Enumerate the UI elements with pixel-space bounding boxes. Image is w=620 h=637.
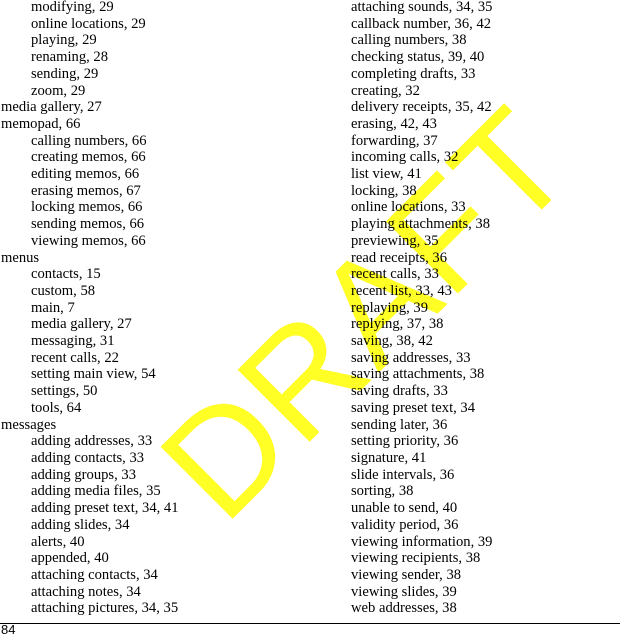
index-subentry: editing memos, 66 — [31, 166, 140, 183]
index-subentry: attaching contacts, 34 — [31, 566, 158, 583]
footer-divider — [0, 623, 620, 624]
index-subentry: erasing, 42, 43 — [351, 115, 437, 132]
index-subentry: main, 7 — [31, 299, 75, 316]
index-subentry: replying, 37, 38 — [351, 316, 444, 333]
index-subentry: sending later, 36 — [351, 416, 448, 433]
index-subentry: web addresses, 38 — [351, 600, 457, 617]
index-subentry: callback number, 36, 42 — [351, 15, 492, 32]
index-subentry: viewing sender, 38 — [351, 566, 462, 583]
index-subentry: attaching notes, 34 — [31, 583, 141, 600]
index-subentry: sorting, 38 — [351, 483, 414, 500]
index-subentry: unable to send, 40 — [351, 500, 458, 517]
index-subentry: modifying, 29 — [31, 0, 114, 15]
index-heading: menus — [1, 249, 40, 266]
index-subentry: incoming calls, 32 — [351, 149, 459, 166]
index-subentry: attaching sounds, 34, 35 — [351, 0, 493, 15]
index-subentry: creating, 32 — [351, 82, 420, 99]
index-subentry: saving preset text, 34 — [351, 399, 476, 416]
index-subentry: media gallery, 27 — [31, 316, 132, 333]
index-subentry: validity period, 36 — [351, 516, 459, 533]
index-subentry: custom, 58 — [31, 282, 96, 299]
index-subentry: viewing slides, 39 — [351, 583, 457, 600]
index-subentry: checking status, 39, 40 — [351, 49, 485, 66]
index-subentry: delivery receipts, 35, 42 — [351, 99, 492, 116]
index-subentry: signature, 41 — [351, 449, 427, 466]
index-subentry: alerts, 40 — [31, 533, 85, 550]
index-subentry: saving, 38, 42 — [351, 333, 433, 350]
index-subentry: erasing memos, 67 — [31, 182, 141, 199]
index-subentry: sending memos, 66 — [31, 216, 145, 233]
index-page: modifying, 29 online locations, 29 playing… — [0, 0, 620, 620]
index-subentry: viewing information, 39 — [351, 533, 493, 550]
index-subentry: setting main view, 54 — [31, 366, 156, 383]
index-subentry: creating memos, 66 — [31, 149, 146, 166]
index-subentry: list view, 41 — [351, 166, 422, 183]
index-subentry: viewing memos, 66 — [31, 232, 146, 249]
index-subentry: zoom, 29 — [31, 82, 86, 99]
index-column-left: modifying, 29 online locations, 29 playing… — [1, 0, 321, 617]
index-subentry: read receipts, 36 — [351, 249, 448, 266]
index-subentry: appended, 40 — [31, 550, 109, 567]
index-subentry: settings, 50 — [31, 383, 98, 400]
index-subentry: adding media files, 35 — [31, 483, 161, 500]
index-subentry: saving addresses, 33 — [351, 349, 471, 366]
index-subentry: recent list, 33, 43 — [351, 282, 452, 299]
index-subentry: messaging, 31 — [31, 333, 115, 350]
index-subentry: viewing recipients, 38 — [351, 550, 481, 567]
index-subentry: replaying, 39 — [351, 299, 429, 316]
index-subentry: adding preset text, 34, 41 — [31, 500, 179, 517]
index-column-right: attaching sounds, 34, 35 callback number,… — [351, 0, 620, 617]
index-subentry: previewing, 35 — [351, 232, 439, 249]
index-subentry: calling numbers, 66 — [31, 132, 147, 149]
index-subentry: adding contacts, 33 — [31, 449, 145, 466]
index-heading: messages — [1, 416, 57, 433]
index-subentry: recent calls, 22 — [31, 349, 119, 366]
index-subentry: playing attachments, 38 — [351, 216, 491, 233]
index-subentry: slide intervals, 36 — [351, 466, 455, 483]
index-subentry: contacts, 15 — [31, 266, 101, 283]
index-heading: memopad, 66 — [1, 115, 81, 132]
index-subentry: playing, 29 — [31, 32, 97, 49]
index-subentry: locking, 38 — [351, 182, 417, 199]
index-subentry: attaching pictures, 34, 35 — [31, 600, 179, 617]
page-number: 84 — [1, 622, 16, 637]
index-subentry: tools, 64 — [31, 399, 82, 416]
index-subentry: adding groups, 33 — [31, 466, 136, 483]
index-subentry: online locations, 33 — [351, 199, 466, 216]
index-heading: media gallery, 27 — [1, 99, 102, 116]
index-subentry: forwarding, 37 — [351, 132, 438, 149]
index-subentry: saving drafts, 33 — [351, 383, 448, 400]
index-subentry: sending, 29 — [31, 65, 99, 82]
index-subentry: locking memos, 66 — [31, 199, 143, 216]
index-subentry: adding addresses, 33 — [31, 433, 153, 450]
index-subentry: saving attachments, 38 — [351, 366, 485, 383]
index-subentry: adding slides, 34 — [31, 516, 130, 533]
index-subentry: recent calls, 33 — [351, 266, 439, 283]
index-subentry: calling numbers, 38 — [351, 32, 467, 49]
index-subentry: completing drafts, 33 — [351, 65, 476, 82]
index-subentry: renaming, 28 — [31, 49, 109, 66]
index-subentry: setting priority, 36 — [351, 433, 459, 450]
index-subentry: online locations, 29 — [31, 15, 146, 32]
